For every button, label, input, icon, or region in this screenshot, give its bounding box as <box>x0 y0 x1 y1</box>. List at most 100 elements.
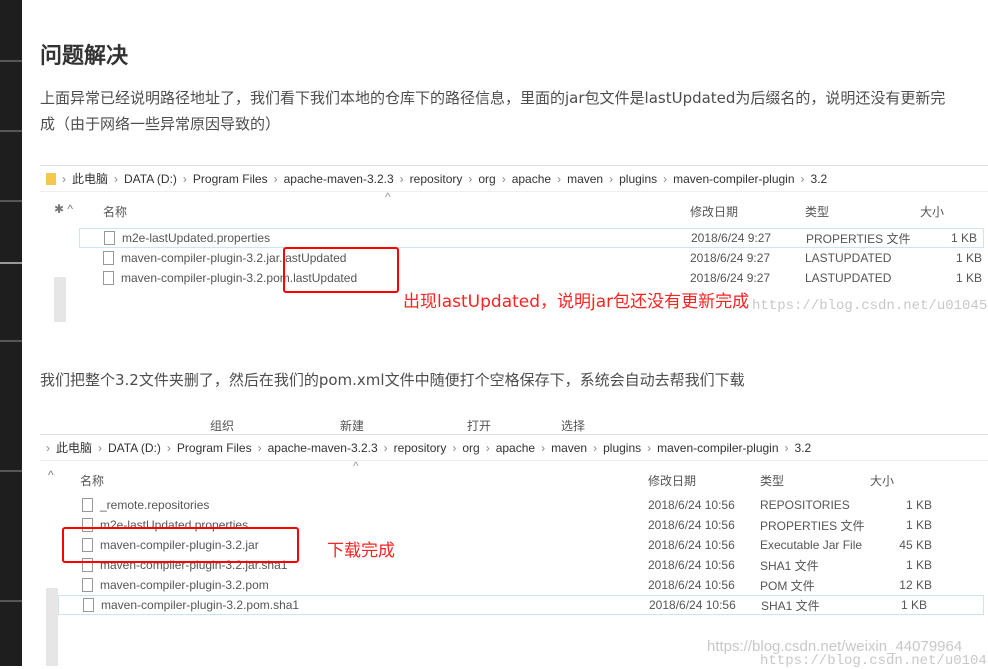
breadcrumb-item[interactable]: repository <box>394 441 447 455</box>
file-type: LASTUPDATED <box>805 251 892 265</box>
sort-arrow-icon: ^ <box>385 190 391 204</box>
column-size[interactable]: 大小 <box>920 203 944 220</box>
file-name-text: maven-compiler-plugin-3.2.pom.sha1 <box>101 598 300 612</box>
file-size: 1 KB <box>905 498 932 512</box>
breadcrumb-item[interactable]: Program Files <box>193 172 268 186</box>
breadcrumb-item[interactable]: Program Files <box>177 441 252 455</box>
file-type: REPOSITORIES <box>760 498 850 512</box>
file-icon <box>82 498 93 512</box>
chevron-right-icon: › <box>114 171 119 186</box>
chevron-right-icon: › <box>485 440 490 455</box>
file-row[interactable]: m2e-lastUpdated.properties 2018/6/24 9:27… <box>79 228 984 248</box>
toolbar-item[interactable]: 新建 <box>340 417 364 434</box>
file-row[interactable]: maven-compiler-plugin-3.2.pom.lastUpdate… <box>40 268 988 288</box>
highlight-box <box>283 247 399 293</box>
toolbar-item[interactable]: 选择 <box>561 417 585 434</box>
breadcrumb-item[interactable]: plugins <box>619 172 657 186</box>
file-icon <box>82 578 93 592</box>
file-date: 2018/6/24 10:56 <box>648 538 735 552</box>
chevron-right-icon: › <box>609 171 614 186</box>
file-row[interactable]: maven-compiler-plugin-3.2.pom.sha1 2018/6… <box>58 595 984 615</box>
left-dark-strip <box>0 0 22 666</box>
chevron-right-icon: › <box>784 440 789 455</box>
breadcrumb-item[interactable]: 3.2 <box>795 441 812 455</box>
chevron-right-icon: › <box>98 440 103 455</box>
file-date: 2018/6/24 10:56 <box>648 518 735 532</box>
breadcrumb-item[interactable]: org <box>478 172 495 186</box>
file-size: 1 KB <box>955 271 982 285</box>
toolbar: 组织 新建 打开 选择 <box>40 413 988 435</box>
chevron-right-icon: › <box>501 171 506 186</box>
column-name[interactable]: 名称 <box>103 203 127 220</box>
toolbar-item[interactable]: 打开 <box>467 417 491 434</box>
file-row[interactable]: maven-compiler-plugin-3.2.pom 2018/6/24 1… <box>40 575 988 595</box>
breadcrumb-item[interactable]: repository <box>410 172 463 186</box>
watermark: https://blog.csdn.net/u01045238 <box>752 298 988 314</box>
breadcrumb-item[interactable]: maven-compiler-plugin <box>673 172 794 186</box>
breadcrumb-item[interactable]: 此电脑 <box>56 439 92 456</box>
column-date[interactable]: 修改日期 <box>690 203 738 220</box>
column-type[interactable]: 类型 <box>805 203 829 220</box>
breadcrumb-item[interactable]: maven <box>567 172 603 186</box>
column-name[interactable]: 名称 <box>80 472 104 489</box>
file-type: SHA1 文件 <box>760 558 819 573</box>
highlight-box <box>62 527 299 563</box>
file-date: 2018/6/24 10:56 <box>648 558 735 572</box>
column-header: 名称 ^ 修改日期 类型 大小 <box>40 459 988 493</box>
column-header: 名称 ^ 修改日期 类型 大小 <box>40 190 988 224</box>
chevron-right-icon: › <box>541 440 546 455</box>
breadcrumb-item[interactable]: apache <box>512 172 551 186</box>
chevron-right-icon: › <box>46 440 50 455</box>
paragraph: 我们把整个3.2文件夹删了，然后在我们的pom.xml文件中随便打个空格保存下，… <box>40 371 745 389</box>
breadcrumb-item[interactable]: org <box>462 441 479 455</box>
breadcrumb-item[interactable]: plugins <box>603 441 641 455</box>
breadcrumb-item[interactable]: apache-maven-3.2.3 <box>268 441 378 455</box>
file-size: 1 KB <box>950 231 977 245</box>
file-name: maven-compiler-plugin-3.2.pom.sha1 <box>83 598 299 612</box>
scrollbar[interactable] <box>46 588 58 666</box>
breadcrumb-item[interactable]: maven <box>551 441 587 455</box>
breadcrumb-item[interactable]: DATA (D:) <box>124 172 177 186</box>
column-date[interactable]: 修改日期 <box>648 472 696 489</box>
file-size: 45 KB <box>899 538 932 552</box>
file-icon <box>103 251 114 265</box>
breadcrumb-item[interactable]: DATA (D:) <box>108 441 161 455</box>
breadcrumb-item[interactable]: maven-compiler-plugin <box>657 441 778 455</box>
chevron-right-icon: › <box>62 171 66 186</box>
chevron-right-icon: › <box>182 171 187 186</box>
file-row[interactable]: maven-compiler-plugin-3.2.jar.lastUpdate… <box>40 248 988 268</box>
file-name: _remote.repositories <box>82 498 209 512</box>
file-date: 2018/6/24 10:56 <box>648 498 735 512</box>
paragraph-line: 上面异常已经说明路径地址了，我们看下我们本地的仓库下的路径信息，里面的jar包文… <box>40 89 946 107</box>
section-heading: 问题解决 <box>40 44 129 69</box>
paragraph-line: 成（由于网络一些异常原因导致的） <box>40 115 281 133</box>
annotation-text: 出现lastUpdated，说明jar包还没有更新完成 <box>403 292 750 312</box>
file-row[interactable]: _remote.repositories 2018/6/24 10:56 REPOS… <box>40 495 988 515</box>
file-name: m2e-lastUpdated.properties <box>104 231 270 245</box>
annotation-text: 下载完成 <box>327 541 395 561</box>
file-size: 12 KB <box>899 578 932 592</box>
column-size[interactable]: 大小 <box>870 472 894 489</box>
file-type: LASTUPDATED <box>805 271 892 285</box>
chevron-right-icon: › <box>593 440 598 455</box>
chevron-right-icon: › <box>557 171 562 186</box>
file-size: 1 KB <box>900 598 927 612</box>
chevron-right-icon: › <box>647 440 652 455</box>
file-name: maven-compiler-plugin-3.2.pom <box>82 578 269 592</box>
file-size: 1 KB <box>955 251 982 265</box>
file-name-text: _remote.repositories <box>100 498 210 512</box>
file-size: 1 KB <box>905 558 932 572</box>
file-date: 2018/6/24 9:27 <box>690 271 771 285</box>
file-icon <box>104 231 115 245</box>
watermark: https://blog.csdn.net/u01045238 <box>760 653 988 669</box>
breadcrumb-item[interactable]: 3.2 <box>811 172 828 186</box>
breadcrumb-item[interactable]: apache-maven-3.2.3 <box>284 172 394 186</box>
file-icon <box>83 598 94 612</box>
breadcrumb-item[interactable]: 此电脑 <box>72 170 108 187</box>
file-type: PROPERTIES 文件 <box>760 518 865 533</box>
breadcrumb: › 此电脑 › DATA (D:) › Program Files › apache-mave… <box>40 435 988 461</box>
breadcrumb-item[interactable]: apache <box>496 441 535 455</box>
column-type[interactable]: 类型 <box>760 472 784 489</box>
toolbar-item[interactable]: 组织 <box>210 417 234 434</box>
file-type: Executable Jar File <box>760 538 863 552</box>
